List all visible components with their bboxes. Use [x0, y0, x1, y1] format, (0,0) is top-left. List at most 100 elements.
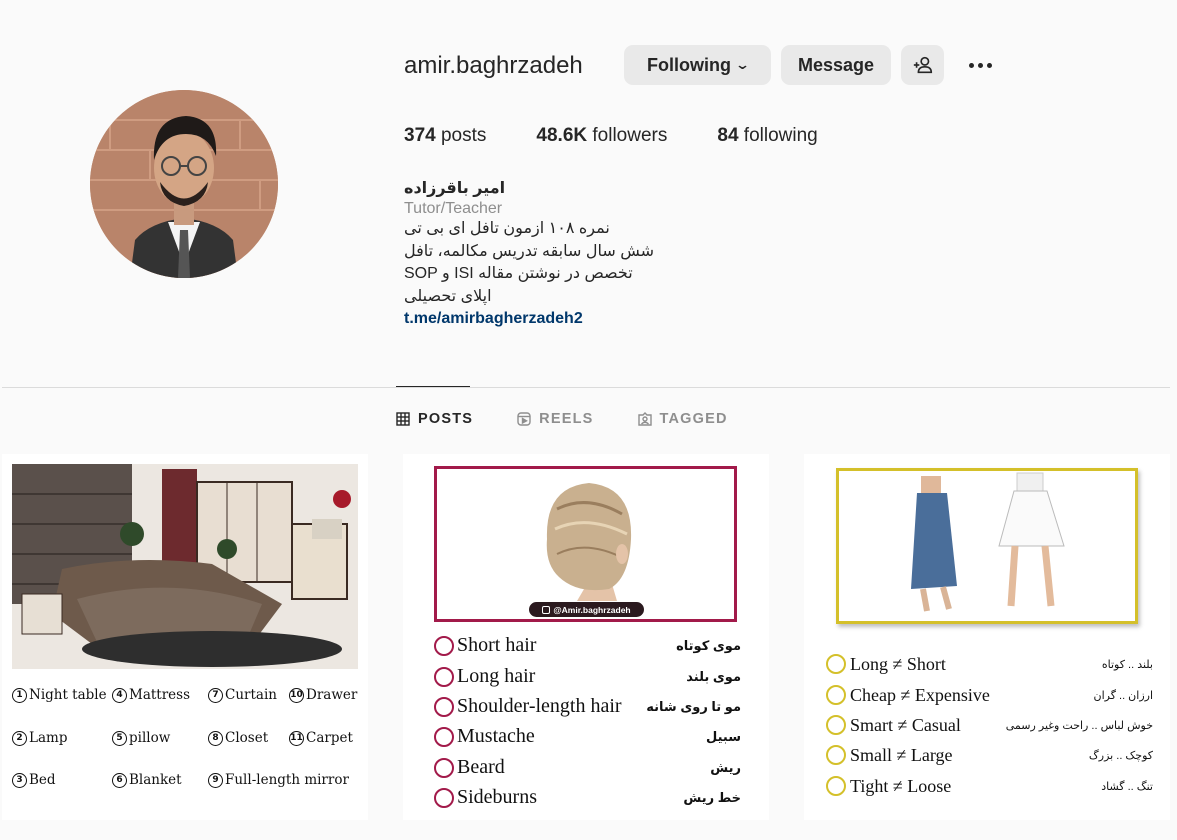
- profile-tabs: POSTS REELS TAGGED: [396, 411, 728, 427]
- vocab-text: pillow: [129, 730, 171, 746]
- vocab-label: 2 Lamp: [12, 730, 67, 746]
- dot-icon: [968, 62, 974, 68]
- tab-reels[interactable]: REELS: [517, 411, 593, 427]
- bio-full-name: امیر باقرزاده: [404, 180, 506, 197]
- handle-text: @Amir.baghrzadeh: [553, 604, 631, 615]
- opposites-row: Long ≠ Short بلند .. کوتاه: [826, 652, 1156, 678]
- avatar-photo: [90, 90, 278, 278]
- profile-username: amir.baghrzadeh: [404, 52, 583, 79]
- following-button-label: Following: [647, 54, 732, 75]
- opposite-pair-english: Tight ≠ Loose: [850, 776, 952, 796]
- add-person-icon: [913, 56, 932, 74]
- number-badge: 3: [12, 772, 27, 788]
- tab-reels-label: REELS: [539, 411, 594, 427]
- followers-count: 48.6K: [536, 125, 588, 146]
- hair-image-frame: [434, 466, 737, 622]
- bullet-circle-icon: [826, 715, 846, 735]
- post-handle-badge: @Amir.baghrzadeh: [529, 602, 644, 617]
- vocab-text: Curtain: [225, 687, 277, 703]
- opposite-pair-english: Long ≠ Short: [850, 654, 946, 674]
- dot-icon: [986, 62, 992, 68]
- number-badge: 2: [12, 730, 27, 746]
- opposites-row: Tight ≠ Loose تنگ .. گشاد: [826, 774, 1156, 800]
- posts-label: posts: [440, 125, 487, 146]
- bio-link[interactable]: t.me/amirbagherzadeh2: [404, 310, 734, 328]
- grid-icon: [396, 412, 410, 426]
- post-bedroom-vocabulary[interactable]: 1 Night table 4 Mattress 7 Curtain 10 Drawer…: [2, 454, 368, 820]
- opposites-row: Smart ≠ Casual خوش لباس .. راحت وغیر رسمی: [826, 713, 1156, 739]
- message-button[interactable]: Message: [781, 45, 891, 85]
- number-badge: 9: [208, 772, 223, 788]
- tab-posts[interactable]: POSTS: [396, 411, 473, 427]
- number-badge: 5: [112, 730, 127, 746]
- bio-line: شش سال سابقه تدریس مکالمه، تافل: [404, 242, 655, 260]
- tab-posts-label: POSTS: [418, 411, 474, 427]
- tab-tagged[interactable]: TAGGED: [637, 411, 728, 427]
- posts-count: 374: [404, 125, 436, 146]
- bullet-circle-icon: [434, 727, 454, 747]
- vocab-english: Long hair: [457, 665, 536, 687]
- number-badge: 4: [112, 687, 127, 703]
- vocab-text: Night table: [29, 687, 107, 703]
- bio-line: SOP و ISI تخصص در نوشتن مقاله: [404, 265, 633, 282]
- bullet-circle-icon: [434, 697, 454, 717]
- post-opposites-vocabulary[interactable]: Long ≠ Short بلند .. کوتاه Cheap ≠ Expens…: [804, 454, 1170, 820]
- following-count: 84: [717, 125, 739, 146]
- bullet-circle-icon: [434, 788, 454, 808]
- opposite-pair-persian: تنگ .. گشاد: [1101, 781, 1153, 793]
- opposite-pair-english: Smart ≠ Casual: [850, 715, 961, 735]
- tabs-divider: [2, 387, 1170, 388]
- hair-vocab-row: Beard ریش: [434, 756, 744, 782]
- vocab-label: 10 Drawer: [289, 687, 357, 703]
- profile-avatar[interactable]: [90, 90, 278, 278]
- vocab-text: Full-length mirror: [225, 772, 349, 788]
- vocab-text: Mattress: [129, 687, 191, 703]
- vocab-label: 9 Full-length mirror: [208, 772, 349, 788]
- number-badge: 7: [208, 687, 223, 703]
- vocab-english: Shoulder-length hair: [457, 695, 622, 717]
- vocab-text: Drawer: [306, 687, 358, 703]
- vocab-text: Carpet: [306, 730, 353, 746]
- clothes-image-frame: [836, 468, 1138, 624]
- bullet-circle-icon: [826, 745, 846, 765]
- opposite-pair-persian: کوچک .. بزرگ: [1088, 750, 1153, 762]
- following-stat[interactable]: 84 following: [717, 125, 817, 147]
- opposites-row: Cheap ≠ Expensive ارزان .. گران: [826, 683, 1156, 709]
- vocab-text: Bed: [29, 772, 56, 788]
- bullet-circle-icon: [826, 776, 846, 796]
- bedroom-illustration: [12, 464, 358, 669]
- vocab-persian: مو تا روی شانه: [646, 699, 741, 714]
- vocab-persian: خط ریش: [683, 790, 741, 805]
- number-badge: 8: [208, 730, 223, 746]
- vocab-label: 7 Curtain: [208, 687, 277, 703]
- vocab-label: 3 Bed: [12, 772, 56, 788]
- reels-icon: [517, 412, 531, 426]
- message-button-label: Message: [797, 54, 875, 75]
- vocab-text: Lamp: [29, 730, 68, 746]
- following-button[interactable]: Following ⌄: [624, 45, 771, 85]
- hair-photo: [437, 469, 734, 619]
- more-options-button[interactable]: [962, 52, 998, 78]
- vocab-english: Short hair: [457, 634, 537, 656]
- post-hair-vocabulary[interactable]: @Amir.baghrzadeh Short hair موی کوتاه Lon…: [403, 454, 769, 820]
- opposite-pair-english: Small ≠ Large: [850, 745, 953, 765]
- opposites-row: Small ≠ Large کوچک .. بزرگ: [826, 743, 1156, 769]
- instagram-icon: [542, 605, 551, 614]
- suggest-users-button[interactable]: [901, 45, 944, 85]
- bio-category: Tutor/Teacher: [404, 200, 503, 217]
- vocab-label: 11 Carpet: [289, 730, 353, 746]
- opposite-pair-english: Cheap ≠ Expensive: [850, 685, 990, 705]
- active-tab-indicator: [396, 386, 470, 387]
- bullet-circle-icon: [434, 636, 454, 656]
- profile-bio: امیر باقرزاده Tutor/Teacher نمره ۱۰۸ ازم…: [404, 178, 734, 328]
- vocab-persian: موی کوتاه: [676, 638, 741, 653]
- number-badge: 11: [289, 730, 304, 746]
- number-badge: 1: [12, 687, 27, 703]
- bullet-circle-icon: [434, 758, 454, 778]
- vocab-persian: ریش: [710, 760, 741, 775]
- vocab-label: 5 pillow: [112, 730, 170, 746]
- bio-line: اپلای تحصیلی: [404, 287, 492, 305]
- followers-stat[interactable]: 48.6K followers: [536, 125, 667, 147]
- bullet-circle-icon: [434, 667, 454, 687]
- vocab-label: 4 Mattress: [112, 687, 190, 703]
